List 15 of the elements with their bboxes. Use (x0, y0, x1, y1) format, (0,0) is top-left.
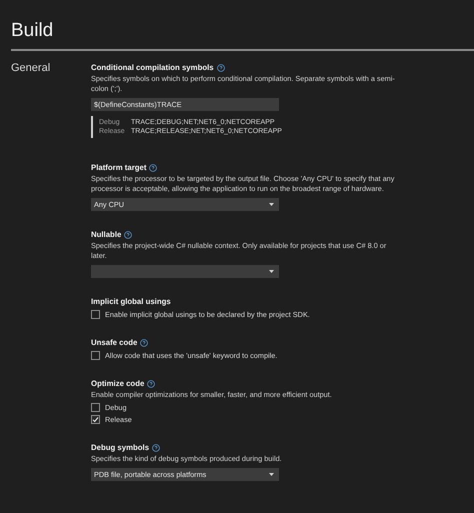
help-icon[interactable] (216, 64, 225, 72)
checkbox[interactable] (91, 415, 100, 424)
help-icon[interactable] (124, 230, 132, 238)
help-icon[interactable] (149, 164, 158, 172)
checkbox[interactable] (91, 310, 100, 319)
category-label: General (11, 62, 50, 74)
help-icon[interactable] (147, 380, 156, 388)
caret-icon (269, 472, 274, 476)
page-title: Build (10, 19, 54, 43)
checkbox[interactable] (91, 351, 100, 360)
caret-icon (269, 202, 274, 206)
help-icon[interactable] (140, 338, 148, 346)
caret-icon (269, 270, 274, 274)
checkbox[interactable] (91, 403, 100, 412)
help-icon[interactable] (152, 444, 160, 452)
